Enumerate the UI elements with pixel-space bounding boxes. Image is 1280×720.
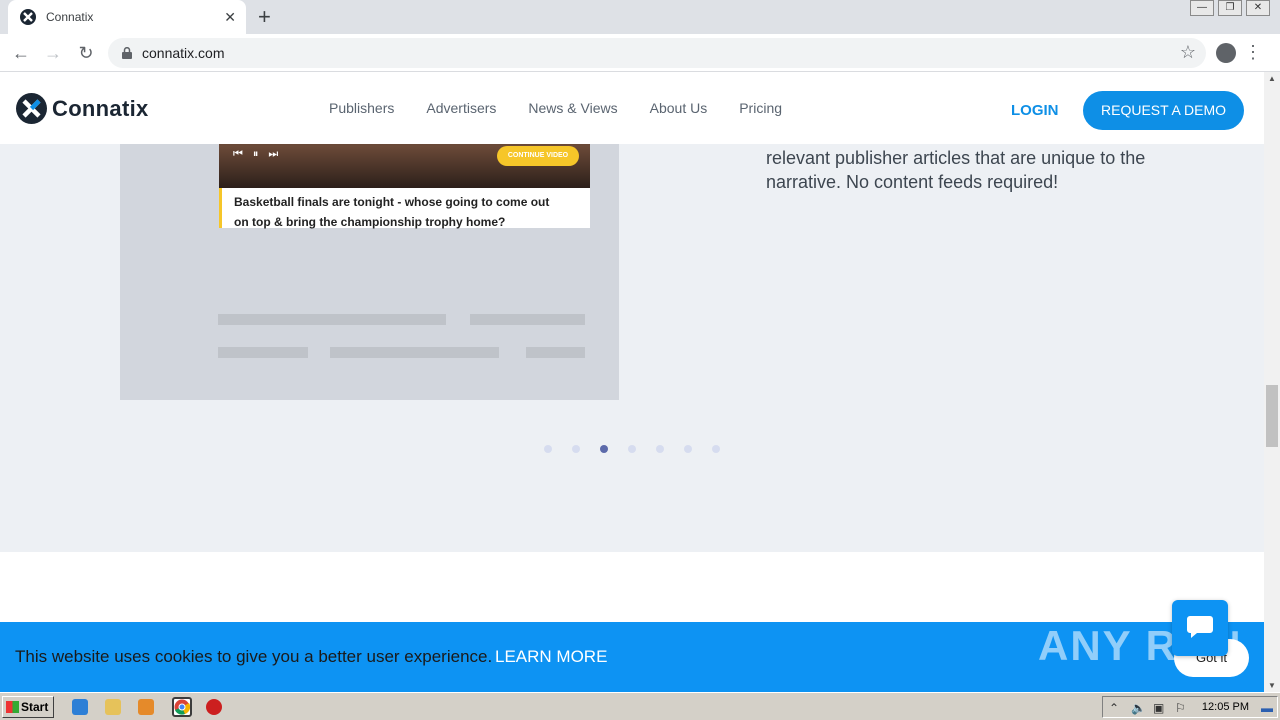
back-arrow-icon[interactable]: ← (10, 42, 32, 64)
chat-bubble-icon (1187, 616, 1213, 638)
nav-advertisers[interactable]: Advertisers (426, 100, 496, 116)
caption-line-1: Basketball finals are tonight - whose go… (234, 195, 550, 209)
chrome-icon (174, 699, 191, 715)
restore-button[interactable]: ❐ (1218, 0, 1242, 16)
connatix-favicon-icon (20, 9, 36, 25)
minimize-button[interactable]: — (1190, 0, 1214, 16)
continue-video-button[interactable]: CONTINUE VIDEO (497, 146, 579, 166)
brand-name: Connatix (52, 95, 149, 121)
site-header: Connatix Publishers Advertisers News & V… (0, 72, 1264, 144)
page-scrollbar[interactable]: ▲ ▼ (1264, 72, 1280, 692)
browser-toolbar: ← → ↻ connatix.com ☆ ⋮ (0, 34, 1280, 72)
windows-taskbar: Start ⌃ 🔈 ▣ ⚐ 12:05 PM ▬ (0, 692, 1280, 720)
bookmark-star-icon[interactable]: ☆ (1180, 42, 1196, 63)
caption-line-2: on top & bring the championship trophy h… (234, 215, 506, 229)
window-close-button[interactable]: ✕ (1246, 0, 1270, 16)
placeholder-bar (526, 347, 585, 358)
learn-more-link[interactable]: LEARN MORE (495, 647, 607, 667)
main-nav: Publishers Advertisers News & Views Abou… (329, 100, 814, 116)
menu-kebab-icon[interactable]: ⋮ (1244, 42, 1262, 62)
system-tray: ⌃ 🔈 ▣ ⚐ 12:05 PM ▬ (1102, 696, 1278, 718)
start-label: Start (21, 700, 49, 714)
folder-icon[interactable] (105, 699, 121, 715)
network-icon[interactable]: ▣ (1153, 701, 1164, 715)
scroll-thumb[interactable] (1266, 385, 1278, 447)
clock: 12:05 PM (1201, 701, 1249, 713)
browser-tab[interactable]: Connatix ✕ (8, 0, 246, 34)
next-section (0, 552, 1264, 622)
forward-arrow-icon[interactable]: → (42, 42, 64, 64)
tab-title: Connatix (46, 10, 94, 24)
browser-tabstrip: Connatix ✕ + — ❐ ✕ (0, 0, 1280, 34)
profile-avatar-icon[interactable] (1216, 43, 1236, 63)
carousel-dot[interactable] (684, 445, 692, 453)
carousel-dots (544, 445, 740, 453)
cookie-banner: This website uses cookies to give you a … (0, 600, 1264, 692)
next-icon[interactable]: ⏭ (268, 148, 278, 161)
carousel-dot[interactable] (712, 445, 720, 453)
login-link[interactable]: LOGIN (1011, 102, 1059, 119)
url-text: connatix.com (142, 45, 225, 61)
carousel-dot[interactable] (572, 445, 580, 453)
address-bar[interactable]: connatix.com (108, 38, 1206, 68)
previous-icon[interactable]: ⏮ (233, 148, 243, 161)
chrome-taskbar-icon[interactable] (172, 697, 192, 717)
action-center-flag-icon[interactable]: ⚐ (1175, 701, 1186, 715)
player-controls: ⏮ ⏸ ⏭ (233, 148, 278, 161)
show-desktop-icon[interactable]: ▬ (1261, 701, 1273, 715)
lock-icon (122, 47, 132, 59)
placeholder-bar (330, 347, 499, 358)
carousel-dot[interactable] (544, 445, 552, 453)
carousel-dot[interactable] (656, 445, 664, 453)
scroll-up-icon[interactable]: ▲ (1268, 74, 1276, 83)
nav-pricing[interactable]: Pricing (739, 100, 782, 116)
video-caption: Basketball finals are tonight - whose go… (219, 188, 590, 229)
ie-icon[interactable] (72, 699, 88, 715)
placeholder-bar (218, 347, 308, 358)
tray-expand-icon[interactable]: ⌃ (1109, 701, 1119, 715)
opera-icon[interactable] (206, 699, 222, 715)
scroll-down-icon[interactable]: ▼ (1268, 681, 1276, 690)
nav-news-views[interactable]: News & Views (528, 100, 617, 116)
volume-icon[interactable]: 🔈 (1131, 701, 1146, 715)
windows-flag-icon (6, 701, 19, 713)
nav-about-us[interactable]: About Us (650, 100, 708, 116)
publisher-page-mockup: ⏮ ⏸ ⏭ CONTINUE VIDEO Basketball finals a… (120, 112, 619, 400)
page-viewport: Connatix Publishers Advertisers News & V… (0, 72, 1264, 692)
new-tab-button[interactable]: + (258, 6, 271, 28)
start-button[interactable]: Start (2, 696, 54, 718)
media-player-icon[interactable] (138, 699, 154, 715)
chat-button[interactable] (1172, 600, 1228, 656)
cookie-message: This website uses cookies to give you a … (15, 647, 493, 666)
placeholder-bar (218, 314, 446, 325)
feature-description: relevant publisher articles that are uni… (766, 148, 1146, 192)
placeholder-bar (470, 314, 585, 325)
reload-icon[interactable]: ↻ (75, 42, 97, 64)
request-demo-button[interactable]: REQUEST A DEMO (1083, 91, 1244, 130)
pause-icon[interactable]: ⏸ (253, 148, 259, 161)
connatix-logo[interactable]: Connatix (16, 93, 149, 124)
carousel-dot[interactable] (600, 445, 608, 453)
window-controls: — ❐ ✕ (1190, 0, 1270, 16)
nav-publishers[interactable]: Publishers (329, 100, 394, 116)
tab-close-icon[interactable]: ✕ (224, 9, 236, 26)
carousel-dot[interactable] (628, 445, 636, 453)
connatix-logo-icon (16, 93, 47, 124)
